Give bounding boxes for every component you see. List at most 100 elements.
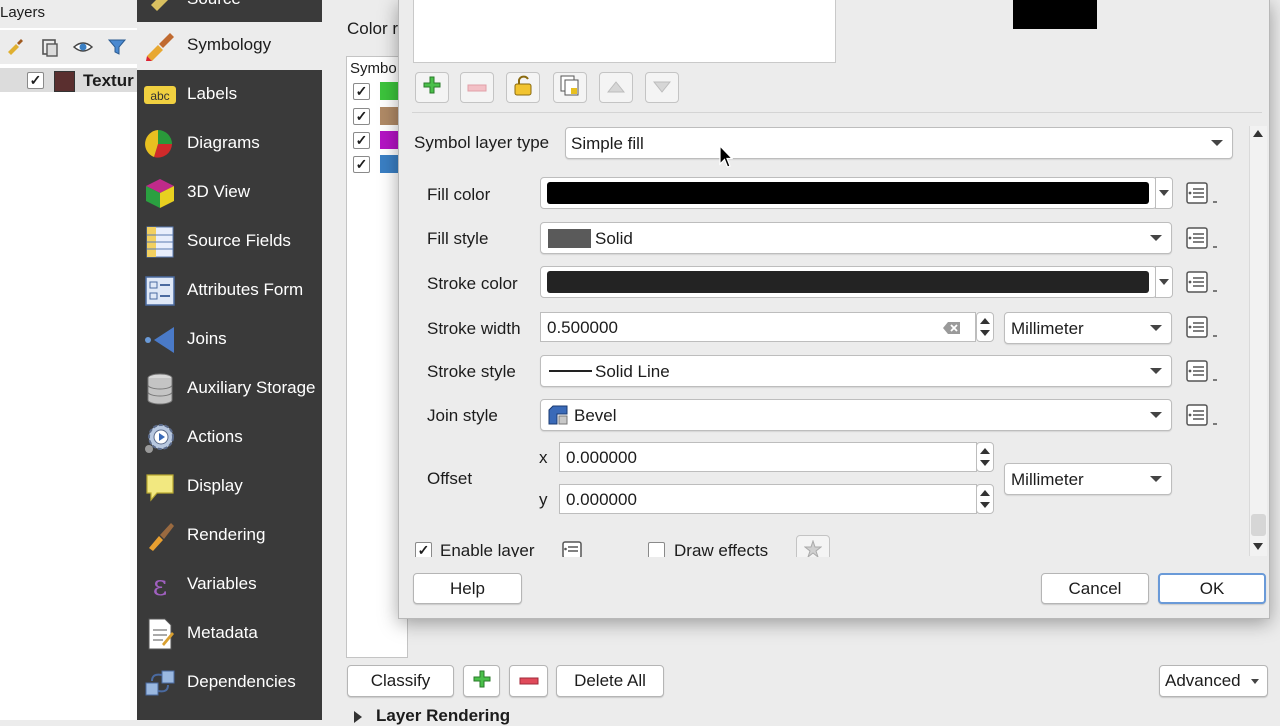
duplicate-symbol-layer-button[interactable] (553, 72, 587, 103)
help-button[interactable]: Help (413, 573, 522, 604)
scroll-down-icon[interactable] (1253, 543, 1263, 550)
visibility-eye-icon[interactable] (72, 36, 94, 58)
data-defined-override-icon[interactable] (1185, 225, 1219, 255)
symbol-layers-tree[interactable] (413, 0, 836, 63)
expand-arrow-icon[interactable] (354, 711, 362, 723)
nav-label: Dependencies (187, 672, 296, 691)
layer-name[interactable]: Textur (83, 71, 134, 91)
scroll-up-icon[interactable] (1253, 130, 1263, 137)
nav-item-metadata[interactable]: Metadata (137, 610, 322, 658)
fill-style-combo[interactable]: Solid (540, 222, 1172, 254)
clear-icon[interactable] (943, 320, 961, 340)
dialog-scrollbar[interactable] (1249, 126, 1267, 556)
delete-all-button[interactable]: Delete All (556, 665, 664, 697)
data-defined-override-icon[interactable] (1185, 180, 1219, 210)
solid-line-icon (549, 370, 592, 372)
nav-item-source[interactable]: Source (137, 0, 322, 24)
offset-x-spinner[interactable] (976, 442, 994, 472)
nav-item-symbology[interactable]: Symbology (137, 22, 322, 70)
chevron-down-icon (1159, 279, 1169, 285)
data-defined-override-icon[interactable] (1185, 358, 1219, 388)
join-style-combo[interactable]: Bevel (540, 399, 1172, 431)
stroke-width-unit-combo[interactable]: Millimeter (1004, 312, 1172, 344)
lock-color-button[interactable] (506, 72, 540, 103)
nav-item-rendering[interactable]: Rendering (137, 512, 322, 560)
draw-effects-checkbox[interactable] (648, 542, 665, 557)
layer-rendering-group[interactable]: Layer Rendering (376, 706, 510, 726)
class-checkbox[interactable]: ✓ (353, 83, 370, 100)
offset-unit-combo[interactable]: Millimeter (1004, 463, 1172, 495)
combo-value: Millimeter (1011, 470, 1084, 489)
nav-item-dependencies[interactable]: Dependencies (137, 659, 322, 707)
advanced-button[interactable]: Advanced (1159, 665, 1268, 697)
stroke-color-menu-button[interactable] (1155, 266, 1173, 298)
stroke-width-spinner[interactable] (976, 312, 994, 342)
class-swatch[interactable] (380, 155, 398, 173)
fill-color-button[interactable] (540, 177, 1157, 209)
chevron-down-icon (1150, 325, 1162, 331)
combo-value: Solid Line (595, 362, 670, 381)
add-class-button[interactable] (463, 665, 500, 697)
offset-y-spinner[interactable] (976, 484, 994, 514)
nav-item-display[interactable]: Display (137, 463, 322, 511)
class-swatch[interactable] (380, 82, 398, 100)
class-checkbox[interactable]: ✓ (353, 156, 370, 173)
style-manager-brush-icon[interactable] (4, 36, 26, 58)
class-swatch[interactable] (380, 107, 398, 125)
nav-label: Joins (187, 329, 227, 348)
layer-visibility-checkbox[interactable]: ✓ (27, 72, 44, 89)
stroke-style-combo[interactable]: Solid Line (540, 355, 1172, 387)
nav-item-diagrams[interactable]: Diagrams (137, 120, 322, 168)
stroke-width-input[interactable]: 0.500000 (540, 312, 976, 342)
diagrams-icon (144, 128, 176, 160)
nav-item-variables[interactable]: ε Variables (137, 561, 322, 609)
plus-icon (472, 669, 492, 694)
chevron-down-icon (1150, 412, 1162, 418)
symbol-layer-type-combo[interactable]: Simple fill (565, 127, 1233, 159)
stroke-width-label: Stroke width (427, 319, 521, 338)
move-down-button[interactable] (645, 72, 679, 103)
add-group-icon[interactable] (39, 36, 61, 58)
scrollbar-thumb[interactable] (1251, 514, 1266, 536)
classify-button[interactable]: Classify (347, 665, 454, 697)
minus-icon (467, 78, 487, 98)
offset-x-input[interactable]: 0.000000 (559, 442, 977, 472)
splitter[interactable] (412, 112, 1262, 113)
combo-value: Bevel (574, 406, 617, 425)
fill-color-menu-button[interactable] (1155, 177, 1173, 209)
remove-symbol-layer-button[interactable] (460, 72, 494, 103)
chevron-down-icon (1251, 679, 1259, 684)
filter-legend-icon[interactable] (106, 36, 128, 58)
properties-nav: Source Symbology abc Labels Diagrams 3D … (137, 0, 322, 720)
remove-class-button[interactable] (509, 665, 548, 697)
nav-item-actions[interactable]: Actions (137, 414, 322, 462)
nav-item-labels[interactable]: abc Labels (137, 71, 322, 119)
class-swatch[interactable] (380, 131, 398, 149)
nav-item-3d-view[interactable]: 3D View (137, 169, 322, 217)
effects-button[interactable] (796, 535, 830, 557)
data-defined-override-icon[interactable] (1185, 314, 1219, 344)
cancel-button[interactable]: Cancel (1041, 573, 1149, 604)
data-defined-override-icon[interactable] (1185, 402, 1219, 432)
move-up-button[interactable] (599, 72, 633, 103)
add-symbol-layer-button[interactable] (415, 72, 449, 103)
nav-item-source-fields[interactable]: Source Fields (137, 218, 322, 266)
data-defined-override-icon[interactable] (561, 539, 587, 557)
nav-item-attributes-form[interactable]: Attributes Form (137, 267, 322, 315)
enable-layer-checkbox[interactable]: ✓ (415, 542, 432, 557)
fill-color-label: Fill color (427, 185, 491, 204)
advanced-label: Advanced (1165, 671, 1241, 690)
symbol-column-header: Symbo (350, 60, 397, 77)
ok-button[interactable]: OK (1158, 573, 1266, 604)
nav-item-joins[interactable]: Joins (137, 316, 322, 364)
class-checkbox[interactable]: ✓ (353, 132, 370, 149)
stroke-color-button[interactable] (540, 266, 1157, 298)
nav-label: Diagrams (187, 133, 260, 152)
rendering-brush-icon (144, 520, 176, 552)
data-defined-override-icon[interactable] (1185, 269, 1219, 299)
enable-layer-label: Enable layer (440, 541, 535, 557)
nav-item-auxiliary-storage[interactable]: Auxiliary Storage (137, 365, 322, 413)
class-checkbox[interactable]: ✓ (353, 108, 370, 125)
offset-y-input[interactable]: 0.000000 (559, 484, 977, 514)
source-icon (144, 0, 176, 16)
